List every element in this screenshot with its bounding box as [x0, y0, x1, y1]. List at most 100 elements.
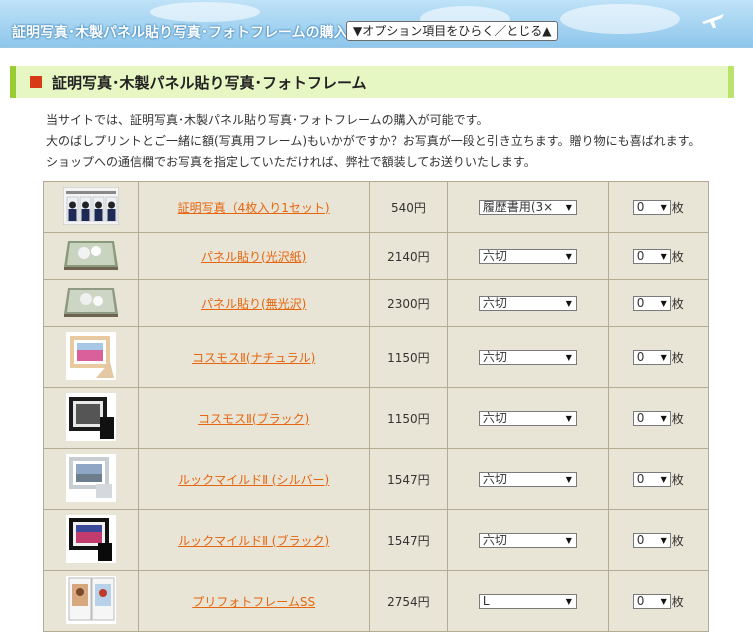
dropdown-arrow-icon: ▼ — [660, 474, 667, 484]
product-name-cell: ルックマイルドⅡ (ブラック) — [137, 509, 370, 571]
product-thumbnail-cell — [43, 570, 139, 632]
size-cell: 六切 ▼ — [447, 387, 609, 449]
size-cell: 六切 ▼ — [447, 279, 609, 327]
intro-line: 大のばしプリントとご一緒に額(写真用フレーム)もいかがですか？お写真が一段と引き… — [46, 134, 701, 148]
quantity-select[interactable]: 0 ▼ — [632, 248, 671, 264]
cloud-decoration — [560, 4, 680, 34]
product-row: パネル貼り(光沢紙) 2140円 六切 ▼ 0 ▼ 枚 — [43, 232, 710, 280]
product-thumbnail-cell — [43, 181, 139, 233]
product-name-link[interactable]: ルックマイルドⅡ (ブラック) — [178, 534, 329, 548]
size-cell: 履歴書用(3× ▼ — [447, 181, 609, 233]
quantity-cell: 0 ▼ 枚 — [607, 509, 710, 571]
size-select-value: 六切 — [482, 532, 507, 547]
intro-line: ショップへの通信欄でお写真を指定していただければ、弊社で額装してお送りいたします… — [46, 155, 536, 169]
product-row: 証明写真（4枚入り1セット) 540円 履歴書用(3× ▼ 0 ▼ 枚 — [43, 181, 710, 233]
size-select-value: 六切 — [482, 248, 507, 263]
product-name-link[interactable]: プリフォトフレームSS — [192, 595, 315, 609]
size-cell: L ▼ — [447, 570, 609, 632]
dropdown-arrow-icon: ▼ — [565, 251, 572, 261]
product-thumbnail-cell — [43, 279, 139, 327]
product-thumbnail-image[interactable] — [62, 186, 120, 228]
product-row: ルックマイルドⅡ (ブラック) 1547円 六切 ▼ 0 ▼ 枚 — [43, 509, 710, 571]
quantity-select-value: 0 — [636, 248, 645, 263]
quantity-select[interactable]: 0 ▼ — [632, 410, 671, 426]
product-row: コスモスⅡ(ブラック) 1150円 六切 ▼ 0 ▼ 枚 — [43, 387, 710, 449]
product-thumbnail-image[interactable] — [65, 392, 116, 444]
section-accent-bar — [10, 66, 16, 98]
size-select[interactable]: 履歴書用(3× ▼ — [478, 199, 577, 215]
page-banner: 証明写真･木製パネル貼り写真･フォトフレームの購入 ▼オプション項目をひらく／と… — [0, 0, 753, 48]
size-select-value: 履歴書用(3× — [482, 199, 554, 214]
size-select[interactable]: 六切 ▼ — [478, 349, 577, 365]
product-thumbnail-image[interactable] — [65, 514, 116, 566]
product-price: 1150円 — [387, 411, 430, 426]
quantity-select[interactable]: 0 ▼ — [632, 199, 671, 215]
quantity-select[interactable]: 0 ▼ — [632, 471, 671, 487]
product-name-cell: コスモスⅡ(ブラック) — [137, 387, 370, 449]
product-name-cell: パネル貼り(無光沢) — [137, 279, 370, 327]
quantity-select[interactable]: 0 ▼ — [632, 593, 671, 609]
product-thumbnail-image[interactable] — [65, 331, 116, 383]
quantity-unit: 枚 — [671, 533, 684, 548]
size-select-value: 六切 — [482, 410, 507, 425]
size-select[interactable]: 六切 ▼ — [478, 410, 577, 426]
dropdown-arrow-icon: ▼ — [565, 535, 572, 545]
quantity-select-value: 0 — [636, 199, 645, 214]
quantity-select[interactable]: 0 ▼ — [632, 349, 671, 365]
size-select[interactable]: 六切 ▼ — [478, 532, 577, 548]
quantity-cell: 0 ▼ 枚 — [607, 387, 710, 449]
dropdown-arrow-icon: ▼ — [660, 352, 667, 362]
size-select-value: L — [482, 593, 490, 608]
size-select-value: 六切 — [482, 349, 507, 364]
size-select[interactable]: L ▼ — [478, 593, 577, 609]
product-name-link[interactable]: 証明写真（4枚入り1セット) — [178, 201, 330, 215]
product-price: 2754円 — [387, 594, 430, 609]
product-row: コスモスⅡ(ナチュラル) 1150円 六切 ▼ 0 ▼ 枚 — [43, 326, 710, 388]
product-name-link[interactable]: コスモスⅡ(ナチュラル) — [192, 351, 315, 365]
product-name-link[interactable]: ルックマイルドⅡ (シルバー) — [178, 473, 329, 487]
size-select[interactable]: 六切 ▼ — [478, 295, 577, 311]
product-name-link[interactable]: パネル貼り(無光沢) — [201, 297, 306, 311]
product-thumbnail-image[interactable] — [62, 239, 120, 274]
dropdown-arrow-icon: ▼ — [565, 596, 572, 606]
product-price-cell: 1150円 — [368, 326, 449, 388]
quantity-unit: 枚 — [671, 296, 684, 311]
dropdown-arrow-icon: ▼ — [565, 298, 572, 308]
quantity-select-value: 0 — [636, 295, 645, 310]
product-price-cell: 1547円 — [368, 509, 449, 571]
quantity-unit: 枚 — [671, 200, 684, 215]
product-thumbnail-image[interactable] — [65, 453, 116, 505]
size-cell: 六切 ▼ — [447, 232, 609, 280]
dropdown-arrow-icon: ▼ — [660, 202, 667, 212]
dropdown-arrow-icon: ▼ — [660, 535, 667, 545]
product-price-cell: 1150円 — [368, 387, 449, 449]
size-cell: 六切 ▼ — [447, 509, 609, 571]
dropdown-arrow-icon: ▼ — [660, 251, 667, 261]
product-name-cell: プリフォトフレームSS — [137, 570, 370, 632]
quantity-cell: 0 ▼ 枚 — [607, 232, 710, 280]
product-name-cell: 証明写真（4枚入り1セット) — [137, 181, 370, 233]
intro-line: 当サイトでは、証明写真･木製パネル貼り写真･フォトフレームの購入が可能です。 — [46, 113, 489, 127]
product-name-link[interactable]: パネル貼り(光沢紙) — [201, 250, 306, 264]
dropdown-arrow-icon: ▼ — [660, 596, 667, 606]
intro-text: 当サイトでは、証明写真･木製パネル貼り写真･フォトフレームの購入が可能です。 大… — [46, 110, 736, 173]
product-name-link[interactable]: コスモスⅡ(ブラック) — [198, 412, 309, 426]
product-thumbnail-image[interactable] — [62, 286, 120, 321]
size-select-value: 六切 — [482, 471, 507, 486]
product-name-cell: ルックマイルドⅡ (シルバー) — [137, 448, 370, 510]
size-select[interactable]: 六切 ▼ — [478, 248, 577, 264]
product-price-cell: 2300円 — [368, 279, 449, 327]
product-name-cell: パネル貼り(光沢紙) — [137, 232, 370, 280]
quantity-select[interactable]: 0 ▼ — [632, 295, 671, 311]
size-select[interactable]: 六切 ▼ — [478, 471, 577, 487]
quantity-select[interactable]: 0 ▼ — [632, 532, 671, 548]
product-name-cell: コスモスⅡ(ナチュラル) — [137, 326, 370, 388]
section-bullet-icon — [30, 76, 42, 88]
quantity-unit: 枚 — [671, 249, 684, 264]
product-row: パネル貼り(無光沢) 2300円 六切 ▼ 0 ▼ 枚 — [43, 279, 710, 327]
airplane-icon — [702, 14, 724, 28]
quantity-unit: 枚 — [671, 350, 684, 365]
product-thumbnail-image[interactable] — [65, 575, 116, 627]
option-toggle-button[interactable]: ▼オプション項目をひらく／とじる▲ — [346, 21, 559, 41]
dropdown-arrow-icon: ▼ — [565, 202, 572, 212]
